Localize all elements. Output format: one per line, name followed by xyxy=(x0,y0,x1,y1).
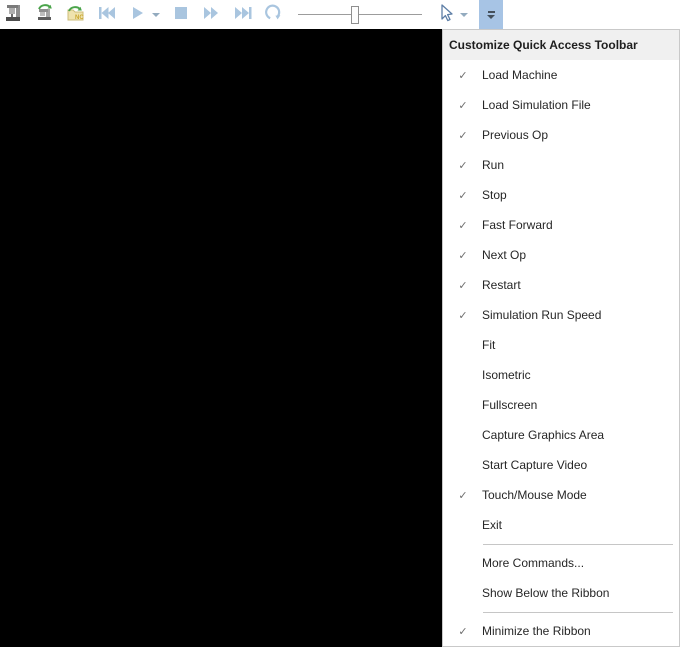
menu-item-run[interactable]: ✓ Run xyxy=(443,150,679,180)
check-icon: ✓ xyxy=(458,489,468,502)
load-simulation-file-icon: NC xyxy=(66,3,86,26)
menu-item-more-commands[interactable]: More Commands... xyxy=(443,548,679,578)
menu-item-stop[interactable]: ✓ Stop xyxy=(443,180,679,210)
menu-item-exit[interactable]: Exit xyxy=(443,510,679,540)
menu-item-label: Show Below the Ribbon xyxy=(482,586,610,600)
check-icon: ✓ xyxy=(458,625,468,638)
menu-item-label: Load Simulation File xyxy=(482,98,591,112)
menu-item-fit[interactable]: Fit xyxy=(443,330,679,360)
menu-item-label: Start Capture Video xyxy=(482,458,588,472)
menu-item-label: Isometric xyxy=(482,368,531,382)
check-icon: ✓ xyxy=(458,159,468,172)
quick-access-toolbar: NC xyxy=(0,0,680,29)
menu-item-label: Load Machine xyxy=(482,68,558,82)
load-machine-button[interactable] xyxy=(33,2,57,28)
fast-forward-icon xyxy=(203,5,221,24)
nc-label: NC xyxy=(75,15,84,21)
menu-item-label: Stop xyxy=(482,188,507,202)
menu-item-touch-mouse-mode[interactable]: ✓ Touch/Mouse Mode xyxy=(443,480,679,510)
menu-item-label: Exit xyxy=(482,518,503,532)
menu-item-minimize-the-ribbon[interactable]: ✓ Minimize the Ribbon xyxy=(443,616,679,646)
menu-item-load-machine[interactable]: ✓ Load Machine xyxy=(443,60,679,90)
load-simulation-file-button[interactable]: NC xyxy=(64,2,88,28)
cursor-icon xyxy=(437,3,455,26)
graphics-area[interactable] xyxy=(0,29,442,647)
customize-qat-menu: Customize Quick Access Toolbar ✓ Load Mac… xyxy=(442,29,680,647)
menu-item-previous-op[interactable]: ✓ Previous Op xyxy=(443,120,679,150)
menu-item-label: Fast Forward xyxy=(482,218,553,232)
restart-icon xyxy=(264,3,284,26)
menu-item-label: More Commands... xyxy=(482,556,585,570)
stop-icon xyxy=(174,6,188,23)
check-icon: ✓ xyxy=(458,69,468,82)
check-icon: ✓ xyxy=(458,249,468,262)
next-op-icon xyxy=(234,5,253,24)
fast-forward-button[interactable] xyxy=(200,2,224,28)
machine-icon xyxy=(4,3,24,26)
customize-qat-icon xyxy=(487,10,495,13)
cursor-mode-dropdown-button[interactable] xyxy=(458,2,470,28)
cursor-mode-button[interactable] xyxy=(434,2,458,28)
menu-separator xyxy=(443,540,679,548)
load-machine-icon xyxy=(35,3,55,26)
menu-item-next-op[interactable]: ✓ Next Op xyxy=(443,240,679,270)
run-dropdown-icon xyxy=(152,12,160,17)
menu-item-label: Simulation Run Speed xyxy=(482,308,602,322)
previous-op-icon xyxy=(98,5,116,24)
menu-item-fast-forward[interactable]: ✓ Fast Forward xyxy=(443,210,679,240)
run-button[interactable] xyxy=(126,2,150,28)
speed-slider-track xyxy=(298,13,422,15)
speed-slider-thumb[interactable] xyxy=(351,5,360,24)
check-icon: ✓ xyxy=(458,129,468,142)
menu-item-fullscreen[interactable]: Fullscreen xyxy=(443,390,679,420)
run-icon xyxy=(130,5,146,24)
cursor-dropdown-icon xyxy=(460,12,468,17)
menu-item-capture-graphics-area[interactable]: Capture Graphics Area xyxy=(443,420,679,450)
check-icon: ✓ xyxy=(458,189,468,202)
menu-item-label: Capture Graphics Area xyxy=(482,428,605,442)
menu-item-label: Touch/Mouse Mode xyxy=(482,488,587,502)
menu-item-label: Next Op xyxy=(482,248,527,262)
machine-button[interactable] xyxy=(2,2,26,28)
menu-item-label: Run xyxy=(482,158,505,172)
check-icon: ✓ xyxy=(458,99,468,112)
menu-item-restart[interactable]: ✓ Restart xyxy=(443,270,679,300)
menu-item-label: Previous Op xyxy=(482,128,549,142)
customize-qat-button[interactable] xyxy=(479,0,503,29)
run-dropdown-button[interactable] xyxy=(150,2,162,28)
menu-item-label: Minimize the Ribbon xyxy=(482,624,591,638)
restart-button[interactable] xyxy=(262,2,286,28)
menu-item-start-capture-video[interactable]: Start Capture Video xyxy=(443,450,679,480)
menu-item-label: Restart xyxy=(482,278,521,292)
previous-op-button[interactable] xyxy=(95,2,119,28)
menu-item-show-below-the-ribbon[interactable]: Show Below the Ribbon xyxy=(443,578,679,608)
next-op-button[interactable] xyxy=(231,2,255,28)
menu-header: Customize Quick Access Toolbar xyxy=(443,30,679,60)
menu-item-label: Fullscreen xyxy=(482,398,538,412)
menu-separator xyxy=(443,608,679,616)
menu-item-load-simulation-file[interactable]: ✓ Load Simulation File xyxy=(443,90,679,120)
menu-item-simulation-run-speed[interactable]: ✓ Simulation Run Speed xyxy=(443,300,679,330)
check-icon: ✓ xyxy=(458,309,468,322)
check-icon: ✓ xyxy=(458,219,468,232)
qat-menu-items: ✓ Load Machine ✓ Load Simulation File ✓ Previ… xyxy=(443,60,679,646)
speed-slider[interactable] xyxy=(298,5,422,25)
check-icon: ✓ xyxy=(458,279,468,292)
menu-item-label: Fit xyxy=(482,338,496,352)
stop-button[interactable] xyxy=(169,2,193,28)
menu-item-isometric[interactable]: Isometric xyxy=(443,360,679,390)
